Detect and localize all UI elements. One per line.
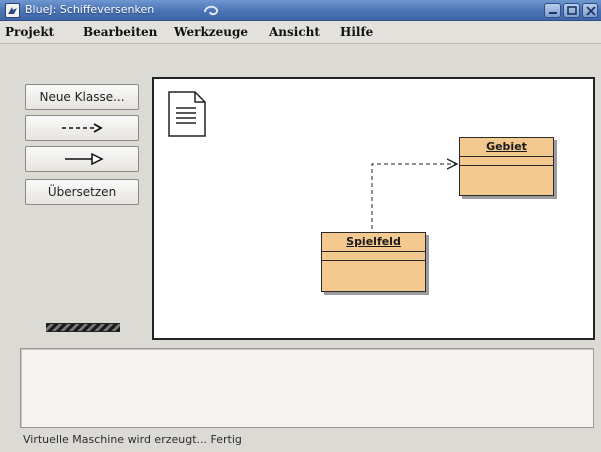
new-class-button[interactable]: Neue Klasse... <box>25 84 139 110</box>
class-name: Spielfeld <box>322 233 425 252</box>
maximize-button[interactable] <box>563 3 580 18</box>
app-name: BlueJ: <box>25 3 57 16</box>
menu-bearbeiten[interactable]: Bearbeiten <box>83 25 157 39</box>
bluej-app-icon <box>5 3 20 18</box>
minimize-button[interactable] <box>544 3 561 18</box>
inheritance-arrow-icon <box>65 153 104 165</box>
class-diagram-canvas[interactable]: Gebiet Spielfeld <box>152 77 595 340</box>
project-name: Schiffeversenken <box>59 3 155 16</box>
window-title: BlueJ: Schiffeversenken <box>25 3 154 16</box>
inherits-arrow-button[interactable]: —▷ <box>25 146 139 172</box>
menu-werkzeuge[interactable]: Werkzeuge <box>174 25 248 39</box>
swirl-icon <box>202 2 222 22</box>
class-name: Gebiet <box>460 138 553 157</box>
machine-activity-indicator <box>46 323 120 332</box>
status-message: Virtuelle Maschine wird erzeugt... Ferti… <box>23 433 242 446</box>
class-box-spielfeld[interactable]: Spielfeld <box>321 232 426 292</box>
class-separator <box>322 260 425 261</box>
output-area[interactable] <box>20 348 594 428</box>
menu-hilfe[interactable]: Hilfe <box>340 25 373 39</box>
menu-bar: Projekt Bearbeiten Werkzeuge Ansicht Hil… <box>0 21 601 44</box>
class-separator <box>460 165 553 166</box>
menu-projekt[interactable]: Projekt <box>5 25 54 39</box>
title-bar[interactable]: BlueJ: Schiffeversenken <box>0 0 601 21</box>
menu-ansicht[interactable]: Ansicht <box>269 25 320 39</box>
dependency-arrow[interactable] <box>154 79 593 338</box>
uses-arrow-button[interactable]: ---> <box>25 115 139 141</box>
close-button[interactable] <box>582 3 598 18</box>
class-box-gebiet[interactable]: Gebiet <box>459 137 554 196</box>
compile-button[interactable]: Übersetzen <box>25 179 139 205</box>
dashed-arrow-icon <box>62 123 103 133</box>
